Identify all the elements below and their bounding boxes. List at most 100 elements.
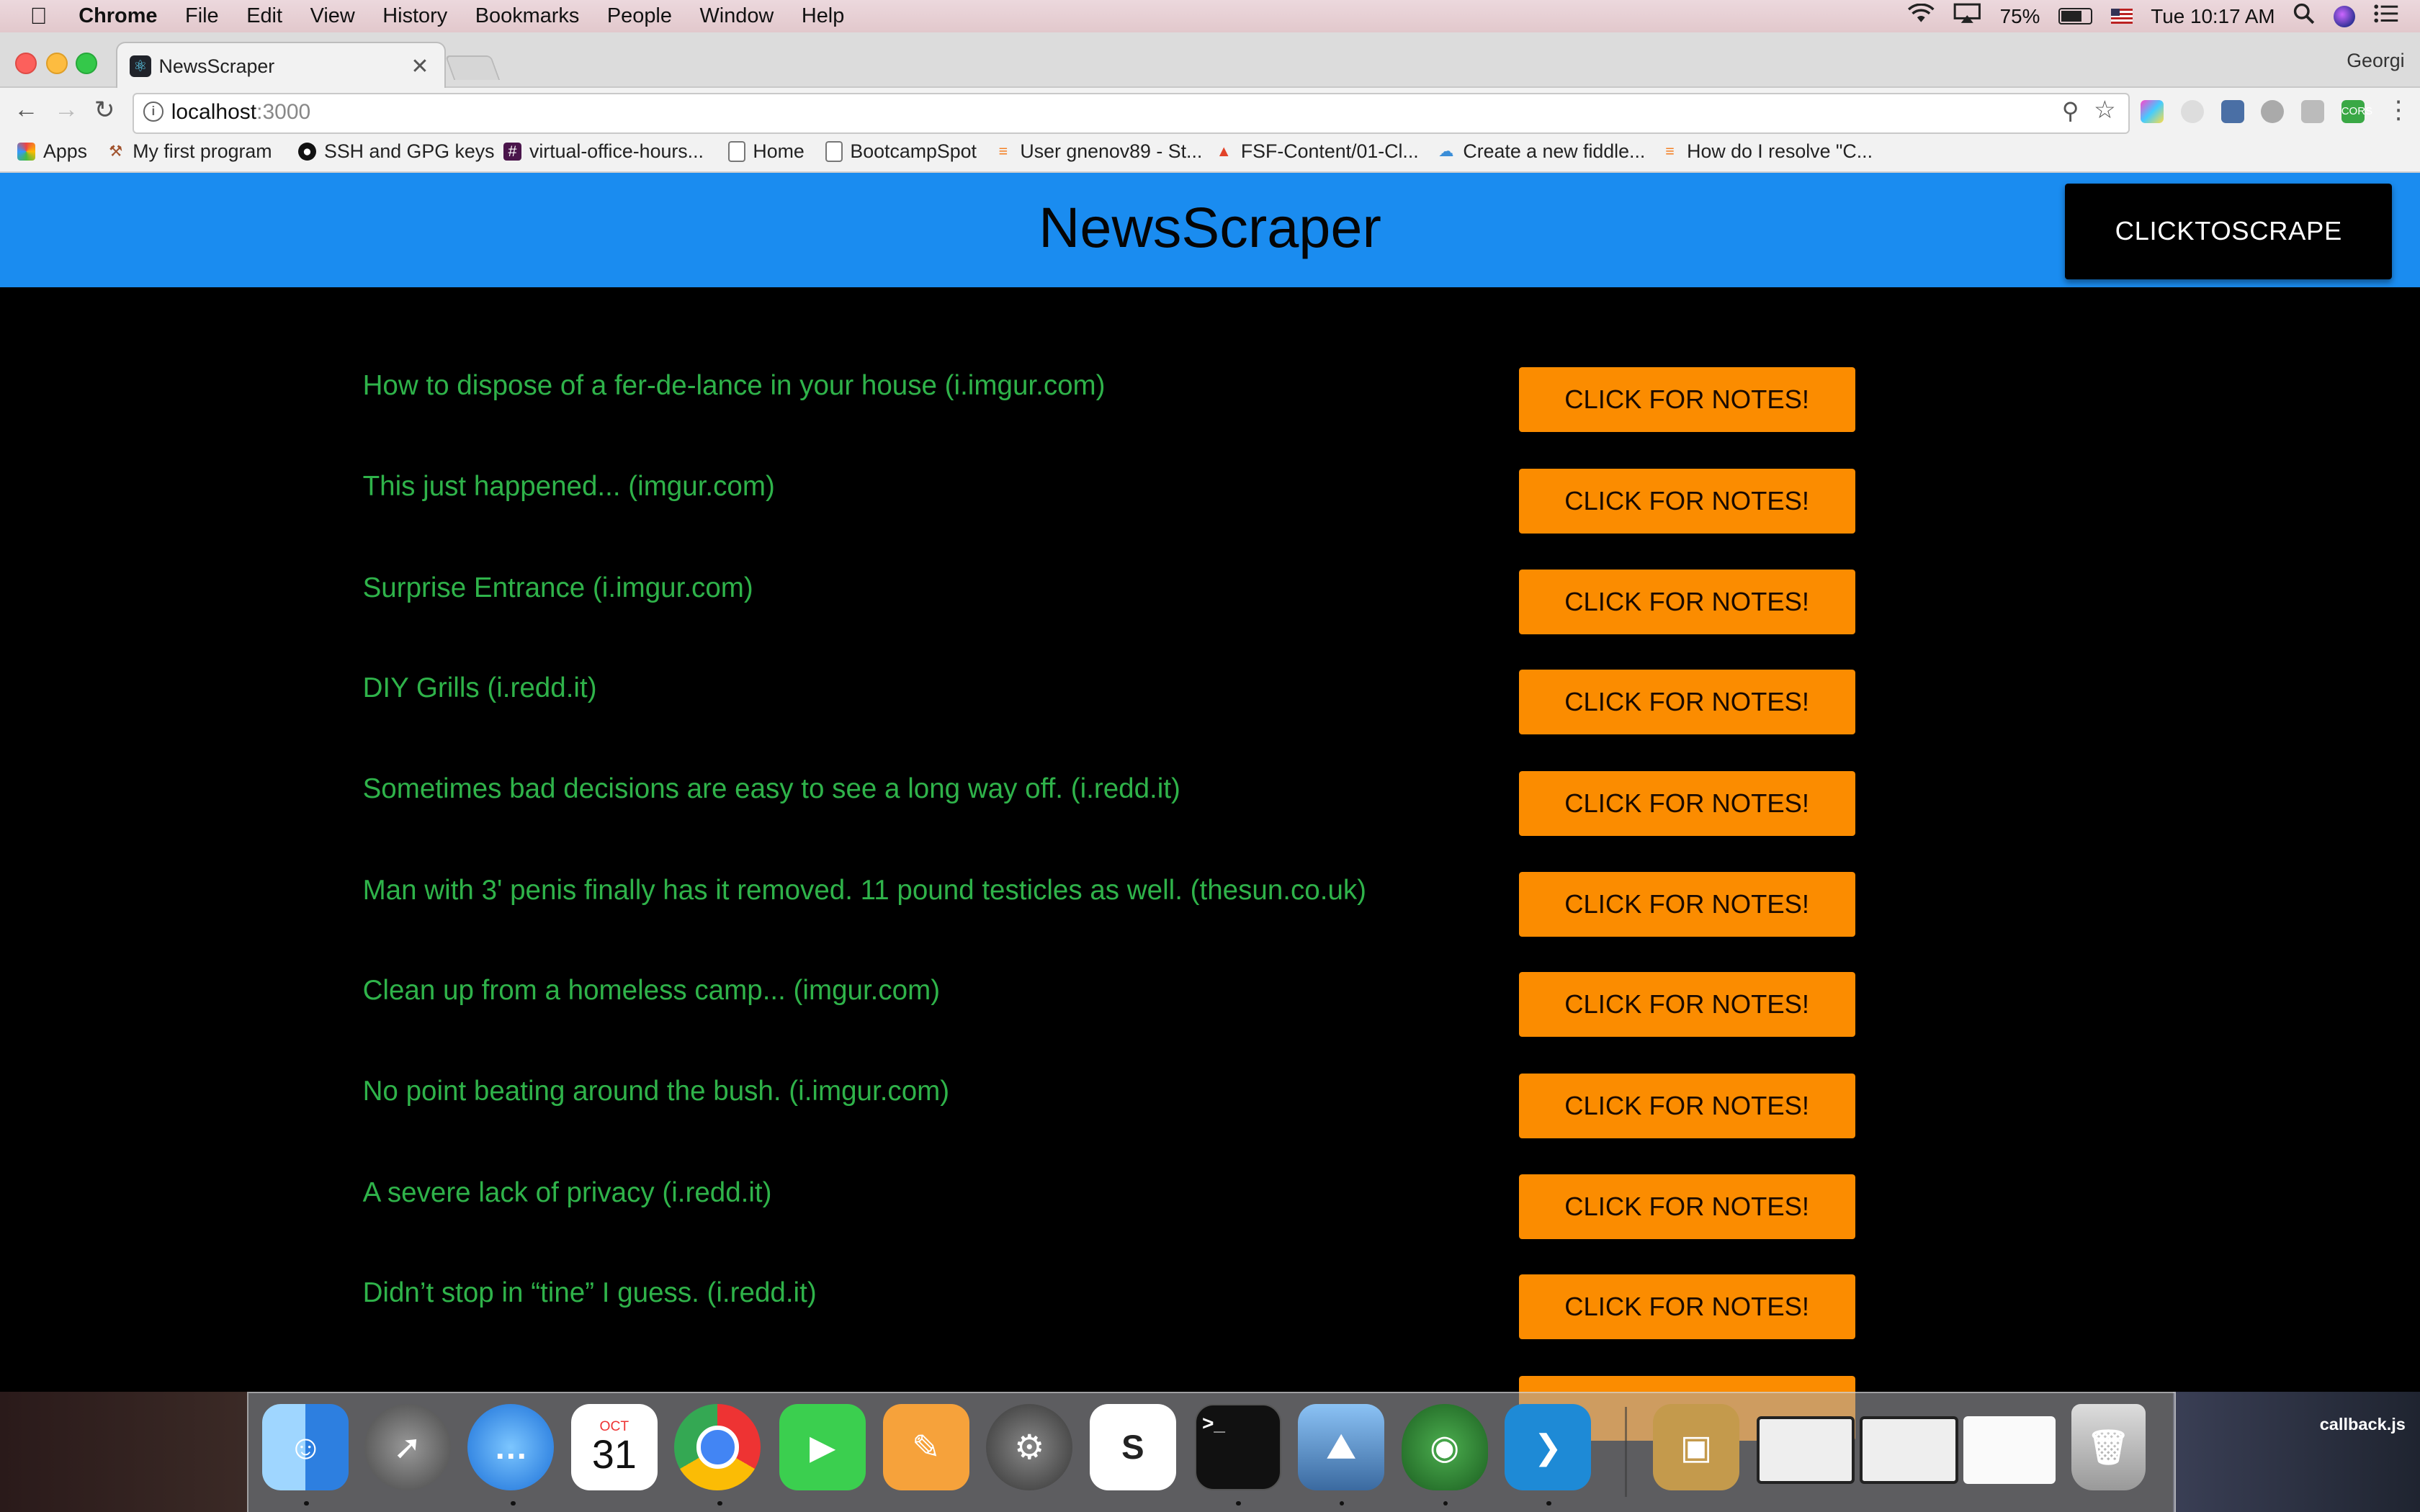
- notes-button[interactable]: Click for Notes!: [1518, 972, 1855, 1037]
- desktop-wallpaper-right: [2173, 1391, 2420, 1512]
- article-title[interactable]: Man with 3' penis finally has it removed…: [363, 875, 1366, 906]
- apple-menu-icon[interactable]: : [28, 3, 50, 30]
- notes-button[interactable]: Click for Notes!: [1518, 771, 1855, 837]
- notes-button[interactable]: Click for Notes!: [1518, 469, 1855, 534]
- battery-percent: 75%: [1999, 4, 2040, 27]
- wifi-icon[interactable]: [1907, 3, 1935, 29]
- window-thumbnail-icon[interactable]: [1963, 1416, 2056, 1485]
- bookmark-how-do-i-resolve[interactable]: ≡ How do I resolve "C...: [1661, 140, 1873, 163]
- url-host: localhost: [171, 100, 257, 125]
- preview-icon[interactable]: ⛰: [1298, 1403, 1385, 1490]
- battery-icon[interactable]: [2058, 7, 2092, 25]
- address-url[interactable]: localhost:3000: [171, 100, 310, 125]
- menu-edit[interactable]: Edit: [246, 4, 282, 28]
- menu-people[interactable]: People: [607, 4, 672, 28]
- menu-history[interactable]: History: [382, 4, 447, 28]
- site-info-icon[interactable]: i: [143, 102, 163, 122]
- chrome-icon[interactable]: [674, 1403, 761, 1490]
- messages-icon[interactable]: …: [467, 1403, 555, 1490]
- cloud-icon: ☁: [1438, 142, 1454, 160]
- article-title[interactable]: No point beating around the bush. (i.img…: [363, 1076, 950, 1107]
- window-thumbnail-icon[interactable]: [1860, 1416, 1958, 1484]
- facetime-icon[interactable]: ▶: [779, 1403, 866, 1490]
- menu-view[interactable]: View: [310, 4, 355, 28]
- notification-center-icon[interactable]: [2374, 4, 2398, 28]
- reload-icon[interactable]: ↻: [94, 96, 115, 125]
- finder-icon[interactable]: ☺: [262, 1403, 349, 1490]
- pages-icon[interactable]: ✎: [882, 1403, 969, 1490]
- menubar-clock[interactable]: Tue 10:17 AM: [2151, 5, 2275, 28]
- url-port: :3000: [256, 100, 311, 125]
- chrome-menu-icon[interactable]: ⋮: [2386, 96, 2411, 125]
- window-thumbnail-icon[interactable]: [1756, 1416, 1855, 1484]
- window-close-button[interactable]: [15, 52, 37, 74]
- bookmark-bootcampspot[interactable]: BootcampSpot: [825, 140, 977, 163]
- us-flag-icon[interactable]: [2110, 8, 2133, 24]
- bookmark-ssh-gpg[interactable]: ● SSH and GPG keys: [297, 140, 495, 163]
- back-arrow-icon[interactable]: ←: [14, 96, 38, 124]
- spotlight-search-icon[interactable]: [2293, 3, 2315, 30]
- notes-button[interactable]: Click for Notes!: [1518, 670, 1855, 734]
- forward-arrow-icon[interactable]: →: [54, 96, 79, 124]
- zoom-magnifier-icon[interactable]: ⚲: [2062, 97, 2079, 125]
- bookmark-fsf-content[interactable]: ▲ FSF-Content/01-Cl...: [1214, 140, 1419, 163]
- notes-button[interactable]: Click for Notes!: [1518, 1174, 1855, 1239]
- bookmark-user-gnenov89[interactable]: ≡ User gnenov89 - St...: [994, 140, 1203, 163]
- article-title[interactable]: Clean up from a homeless camp... (imgur.…: [363, 975, 941, 1007]
- window-minimize-button[interactable]: [46, 52, 68, 74]
- dock-separator: [1625, 1407, 1627, 1497]
- menu-app-name[interactable]: Chrome: [79, 4, 157, 28]
- bookmark-my-first-program[interactable]: ⚒ My first program: [107, 140, 272, 163]
- siri-icon[interactable]: [2334, 5, 2356, 27]
- browser-tab-active[interactable]: ⚛ NewsScraper ✕: [115, 41, 446, 90]
- trash-icon[interactable]: 🗑: [2071, 1403, 2146, 1490]
- scrape-button[interactable]: CLICKTOSCRAPE: [2065, 184, 2393, 279]
- article-title[interactable]: Surprise Entrance (i.imgur.com): [363, 572, 753, 604]
- bookmark-apps[interactable]: Apps: [17, 140, 87, 163]
- article-title[interactable]: How to dispose of a fer-de-lance in your…: [363, 370, 1106, 402]
- bookmark-new-fiddle[interactable]: ☁ Create a new fiddle...: [1437, 140, 1645, 163]
- calendar-icon[interactable]: OCT 31: [570, 1403, 658, 1490]
- airplay-icon[interactable]: [1953, 3, 1981, 30]
- tab-title: NewsScraper: [158, 55, 275, 77]
- system-preferences-icon[interactable]: ⚙: [986, 1403, 1073, 1490]
- extension-screen-icon[interactable]: [2220, 100, 2244, 124]
- extension-grey-icon[interactable]: [2301, 100, 2325, 124]
- desktop-file-label[interactable]: callback.js: [2320, 1415, 2406, 1434]
- menu-window[interactable]: Window: [699, 4, 774, 28]
- site-header: NewsScraper CLICKTOSCRAPE: [0, 173, 2420, 287]
- menu-bookmarks[interactable]: Bookmarks: [475, 4, 580, 28]
- notes-button[interactable]: Click for Notes!: [1518, 1274, 1855, 1339]
- macos-menubar:  Chrome File Edit View History Bookmark…: [0, 0, 2420, 32]
- article-title[interactable]: This just happened... (imgur.com): [363, 471, 775, 503]
- bookmark-label: User gnenov89 - St...: [1020, 140, 1203, 162]
- article-title[interactable]: DIY Grills (i.redd.it): [363, 672, 597, 704]
- notes-button[interactable]: Click for Notes!: [1518, 367, 1855, 432]
- bookmark-home[interactable]: Home: [728, 140, 805, 163]
- notes-button[interactable]: Click for Notes!: [1518, 569, 1855, 634]
- window-zoom-button[interactable]: [76, 52, 97, 74]
- extension-color-icon[interactable]: [2141, 100, 2164, 124]
- article-title[interactable]: A severe lack of privacy (i.redd.it): [363, 1177, 772, 1209]
- menu-file[interactable]: File: [185, 4, 219, 28]
- bookmark-virtual-office-hours[interactable]: # virtual-office-hours...: [503, 140, 704, 163]
- profile-name[interactable]: Georgi: [2347, 50, 2404, 72]
- terminal-icon[interactable]: >_: [1194, 1403, 1281, 1490]
- address-bar[interactable]: i localhost:3000 ⚲ ☆: [133, 92, 2130, 135]
- stackoverflow-icon: ≡: [998, 142, 1008, 160]
- vscode-icon[interactable]: ❯: [1505, 1403, 1592, 1490]
- bookmark-star-icon[interactable]: ☆: [2094, 96, 2116, 125]
- slack-icon[interactable]: S: [1089, 1403, 1176, 1490]
- desktop-wallpaper-left: [0, 1391, 247, 1512]
- cors-extension-icon[interactable]: CORS: [2341, 100, 2372, 124]
- article-title[interactable]: Sometimes bad decisions are easy to see …: [363, 773, 1180, 805]
- tab-close-icon[interactable]: ✕: [411, 54, 429, 79]
- new-tab-button[interactable]: [444, 55, 500, 81]
- menu-help[interactable]: Help: [802, 4, 844, 28]
- article-title[interactable]: Didn’t stop in “tine” I guess. (i.redd.i…: [363, 1277, 817, 1309]
- launchpad-icon[interactable]: ➚: [364, 1403, 451, 1490]
- notes-button[interactable]: Click for Notes!: [1518, 1074, 1855, 1139]
- archive-icon[interactable]: ▣: [1653, 1403, 1739, 1490]
- notes-button[interactable]: Click for Notes!: [1518, 871, 1855, 937]
- gitkraken-icon[interactable]: ◉: [1401, 1403, 1488, 1490]
